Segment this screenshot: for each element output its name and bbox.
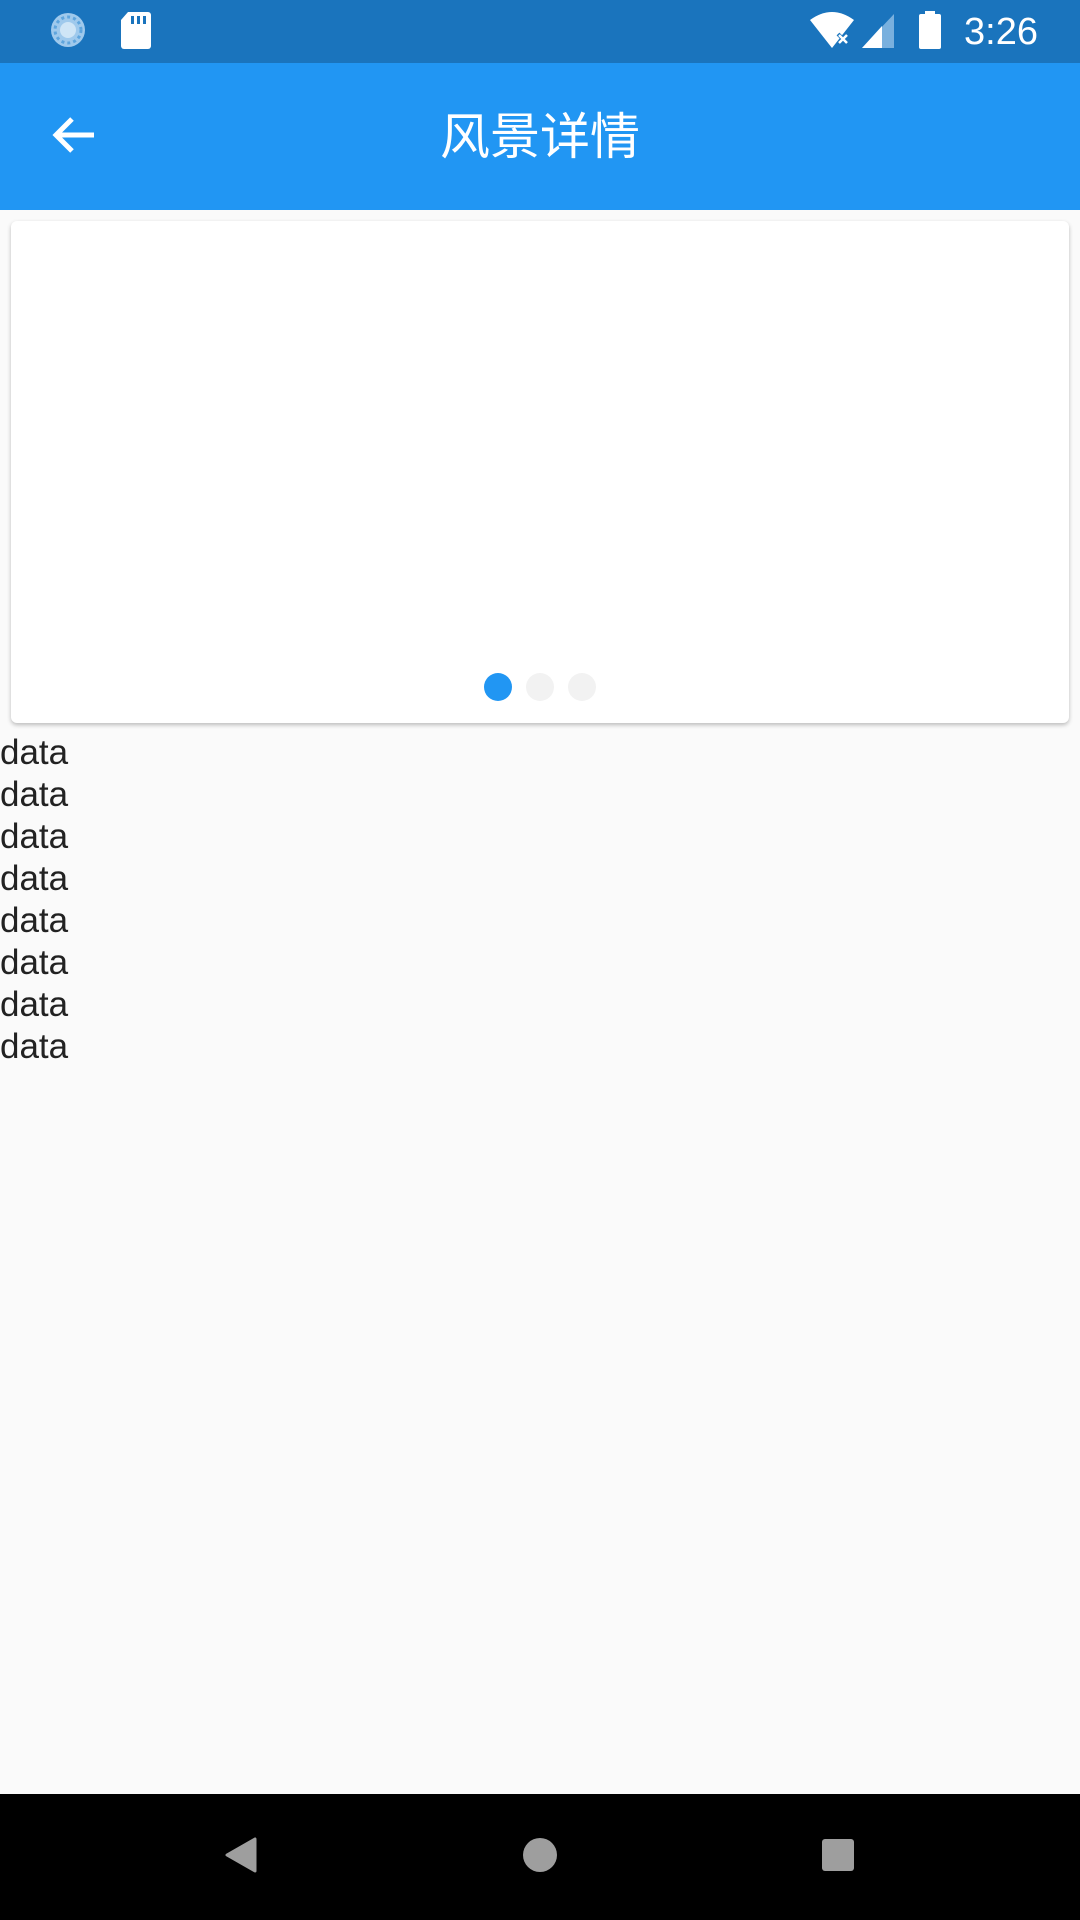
carousel-dot-3[interactable] [568, 673, 596, 701]
data-list: data data data data data data data data [0, 732, 68, 1068]
carousel-dot-1[interactable] [484, 673, 512, 701]
list-item: data [0, 1027, 69, 1066]
list-item: data [0, 859, 69, 898]
system-nav-bar [0, 1794, 1080, 1920]
nav-recents-button[interactable] [803, 1822, 873, 1892]
sd-card-icon [120, 10, 152, 54]
list-item: data [0, 817, 69, 856]
list-item: data [0, 733, 69, 772]
status-right-icons: 3:26 [808, 10, 1038, 54]
carousel-page-indicator [11, 673, 1069, 701]
home-circle-icon [520, 1835, 560, 1879]
battery-icon [918, 10, 942, 54]
page-title: 风景详情 [440, 108, 640, 166]
wifi-no-internet-icon [808, 10, 856, 54]
carousel-dot-2[interactable] [526, 673, 554, 701]
sync-icon [48, 10, 88, 54]
list-item: data [0, 943, 69, 982]
nav-back-button[interactable] [206, 1822, 276, 1892]
recents-square-icon [818, 1835, 858, 1879]
list-item: data [0, 901, 69, 940]
status-left-icons [48, 12, 152, 52]
app-bar: 风景详情 [0, 63, 1080, 210]
status-time: 3:26 [964, 10, 1038, 53]
back-triangle-icon [221, 1835, 261, 1879]
cell-signal-icon [860, 10, 896, 54]
list-item: data [0, 775, 69, 814]
list-item: data [0, 985, 69, 1024]
status-bar: 3:26 [0, 0, 1080, 63]
nav-home-button[interactable] [505, 1822, 575, 1892]
image-carousel[interactable] [11, 221, 1069, 723]
